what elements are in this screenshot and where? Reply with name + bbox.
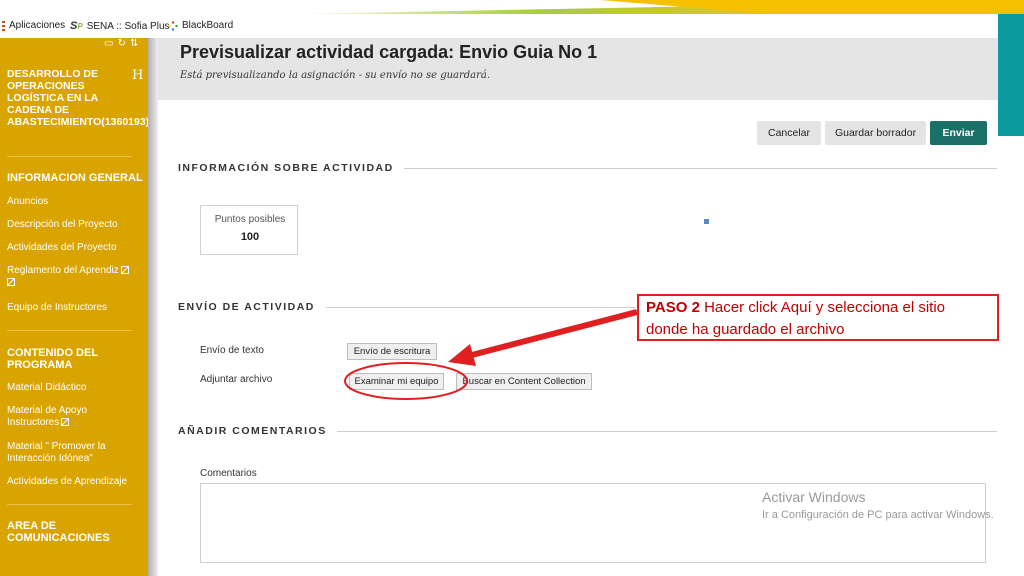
text-submission-label: Envío de texto xyxy=(200,345,264,356)
sidebar-item-actividades-aprendizaje[interactable]: Actividades de Aprendizaje xyxy=(7,476,137,488)
sidebar-divider xyxy=(7,156,132,157)
bookmarks-bar: Aplicaciones SP SENA :: Sofia Plus Black… xyxy=(0,0,1024,40)
instruction-callout: PASO 2 Hacer click Aquí y selecciona el … xyxy=(637,294,999,341)
sidebar-scroll-edge xyxy=(148,38,158,576)
sidebar-item-material-apoyo-label: Material de Apoyo Instructores xyxy=(7,405,88,428)
sidebar-heading-info: INFORMACION GENERAL xyxy=(7,172,143,184)
sidebar-item-actividades[interactable]: Actividades del Proyecto xyxy=(7,242,137,254)
points-value: 100 xyxy=(240,231,260,243)
section-divider xyxy=(326,307,636,308)
placeholder-icon xyxy=(704,219,709,224)
sidebar-divider xyxy=(7,330,132,331)
sidebar-heading-comunicaciones: AREA DE COMUNICACIONES xyxy=(7,520,110,544)
course-sidebar: ▭↻⇅ DESARROLLO DE OPERACIONES LOGÍSTICA … xyxy=(0,38,220,576)
apps-grid-icon xyxy=(2,20,5,31)
submit-button[interactable]: Enviar xyxy=(930,121,987,145)
sidebar-item-reglamento-label: Reglamento del Aprendiz xyxy=(7,265,119,276)
sidebar-item-promover[interactable]: Material " Promover la Interacción Idóne… xyxy=(7,441,127,465)
write-submission-button[interactable]: Envío de escritura xyxy=(347,343,437,360)
comments-label: Comentarios xyxy=(200,468,257,479)
bookmark-sena-label: SENA :: Sofia Plus xyxy=(86,20,170,32)
callout-step: PASO 2 xyxy=(646,299,700,316)
sidebar-item-material-didactico[interactable]: Material Didáctico xyxy=(7,382,137,394)
sidebar-heading-contenido: CONTENIDO DEL PROGRAMA xyxy=(7,347,98,371)
section-divider xyxy=(404,168,997,169)
activation-watermark-title: Activar Windows xyxy=(762,489,866,505)
browse-computer-button[interactable]: Examinar mi equipo xyxy=(349,373,444,390)
info-section-heading: INFORMACIÓN SOBRE ACTIVIDAD xyxy=(178,162,394,174)
section-divider xyxy=(337,431,997,432)
sidebar-item-reglamento[interactable]: Reglamento del Aprendiz xyxy=(7,265,137,289)
submission-section-heading: ENVÍO DE ACTIVIDAD xyxy=(178,301,315,313)
external-link-icon xyxy=(120,266,129,275)
sena-logo-icon: SP xyxy=(70,20,83,32)
page-subtitle: Está previsualizando la asignación - su … xyxy=(180,70,491,81)
sort-icon[interactable]: ⇅ xyxy=(130,38,142,49)
edit-icon[interactable]: ▭ xyxy=(104,38,117,49)
sidebar-item-anuncios[interactable]: Anuncios xyxy=(7,196,137,208)
sidebar-tools: ▭↻⇅ xyxy=(104,38,142,49)
bookmark-apps[interactable]: Aplicaciones xyxy=(2,20,65,31)
content-collection-button[interactable]: Buscar en Content Collection xyxy=(456,373,592,390)
sidebar-divider xyxy=(7,504,132,505)
annotation-arrow-head xyxy=(448,344,476,366)
sidebar-item-equipo[interactable]: Equipo de Instructores xyxy=(7,302,137,314)
comments-textarea[interactable] xyxy=(200,483,986,563)
external-link-icon xyxy=(61,418,70,427)
sidebar-item-descripcion[interactable]: Descripción del Proyecto xyxy=(7,219,137,231)
points-label: Puntos posibles xyxy=(214,214,286,225)
document-icon xyxy=(7,278,15,287)
save-draft-button[interactable]: Guardar borrador xyxy=(825,121,926,145)
screen: Aplicaciones SP SENA :: Sofia Plus Black… xyxy=(0,0,1024,576)
refresh-icon[interactable]: ↻ xyxy=(117,38,129,49)
course-menu-letter[interactable]: H xyxy=(132,68,143,83)
course-title[interactable]: DESARROLLO DE OPERACIONES LOGÍSTICA EN L… xyxy=(7,68,220,128)
bookmark-blackboard[interactable]: BlackBoard xyxy=(168,20,233,31)
points-card: Puntos posibles 100 xyxy=(200,205,298,255)
activation-watermark-text: Ir a Configuración de PC para activar Wi… xyxy=(762,509,994,521)
comments-section-heading: AÑADIR COMENTARIOS xyxy=(178,425,327,437)
attach-file-label: Adjuntar archivo xyxy=(200,374,273,385)
bookmark-apps-label: Aplicaciones xyxy=(9,20,66,31)
annotation-arrow-shaft xyxy=(467,309,638,359)
blackboard-loading-icon xyxy=(168,20,178,31)
cancel-button[interactable]: Cancelar xyxy=(757,121,821,145)
sidebar-item-material-apoyo[interactable]: Material de Apoyo Instructores xyxy=(7,405,107,429)
bookmark-sena[interactable]: SP SENA :: Sofia Plus xyxy=(70,20,170,32)
slide-accent-bar xyxy=(998,14,1024,136)
bookmark-blackboard-label: BlackBoard xyxy=(182,20,234,31)
page-title: Previsualizar actividad cargada: Envio G… xyxy=(180,42,598,62)
